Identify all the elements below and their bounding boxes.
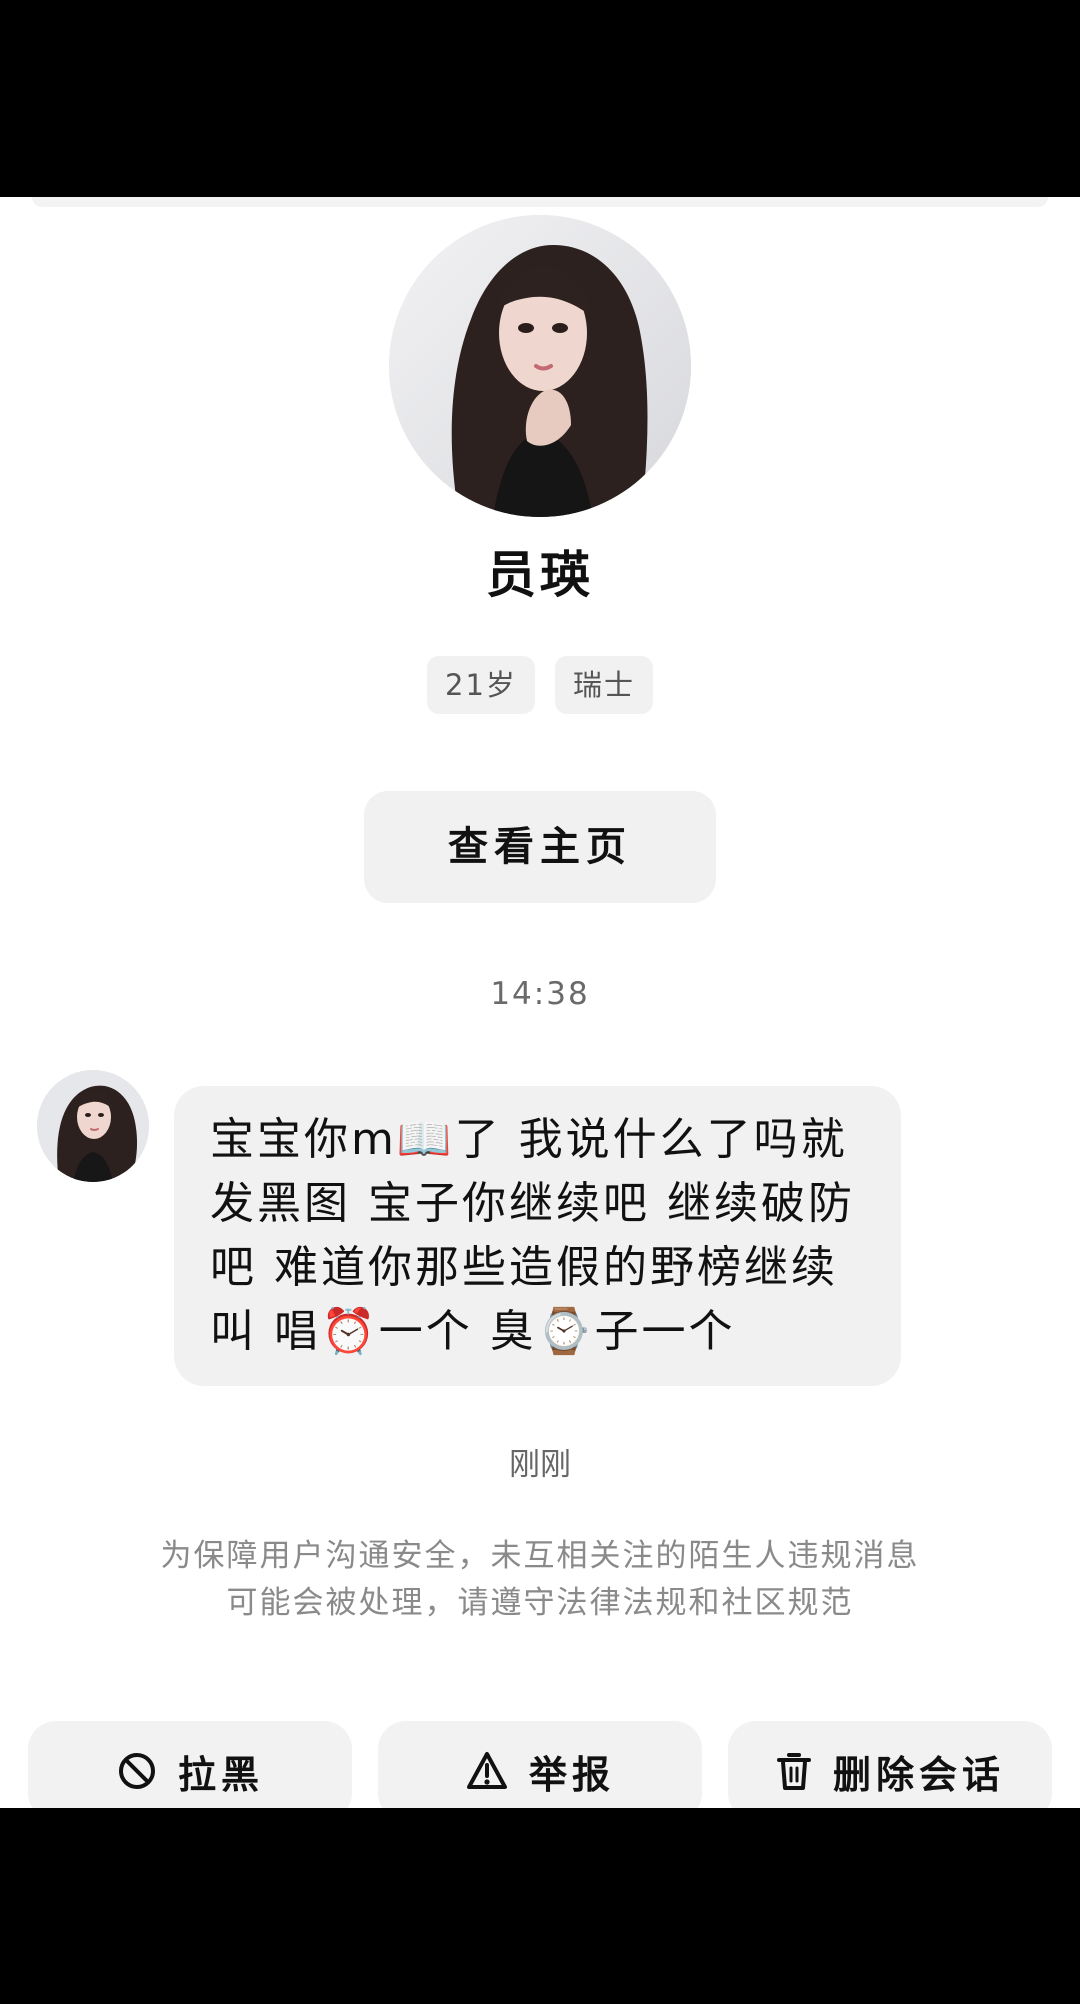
profile-name: 员瑛 bbox=[486, 546, 594, 604]
bottom-black-bar bbox=[0, 1808, 1080, 2004]
delete-label: 删除会话 bbox=[832, 1752, 1005, 1797]
trash-icon bbox=[776, 1753, 811, 1790]
report-button[interactable]: 举报 bbox=[378, 1721, 702, 1808]
profile-avatar[interactable] bbox=[389, 215, 691, 517]
block-button[interactable]: 拉黑 bbox=[28, 1721, 352, 1808]
warning-icon bbox=[466, 1752, 507, 1789]
profile-tags: 21岁 瑞士 bbox=[0, 656, 1080, 714]
report-label: 举报 bbox=[528, 1752, 615, 1797]
action-bar: 拉黑 举报 删除会话 bbox=[28, 1721, 1052, 1808]
top-black-bar bbox=[0, 0, 1080, 197]
block-label: 拉黑 bbox=[177, 1752, 264, 1797]
profile-avatar-image bbox=[389, 215, 691, 517]
delete-conversation-button[interactable]: 删除会话 bbox=[728, 1721, 1052, 1808]
sender-avatar-image bbox=[37, 1070, 149, 1182]
block-icon bbox=[118, 1753, 155, 1789]
message-bubble[interactable]: 宝宝你m📖了 我说什么了吗就发黑图 宝子你继续吧 继续破防吧 难道你那些造假的野… bbox=[174, 1086, 901, 1386]
top-card-edge bbox=[32, 197, 1048, 207]
safety-notice: 为保障用户沟通安全，未互相关注的陌生人违规消息可能会被处理，请遵守法律法规和社区… bbox=[160, 1538, 920, 1621]
age-tag: 21岁 bbox=[427, 656, 535, 714]
sender-avatar[interactable] bbox=[37, 1070, 149, 1182]
message-timestamp: 14:38 bbox=[490, 976, 590, 1012]
message-text: 宝宝你m📖了 我说什么了吗就发黑图 宝子你继续吧 继续破防吧 难道你那些造假的野… bbox=[210, 1114, 855, 1357]
view-profile-button[interactable]: 查看主页 bbox=[364, 791, 716, 903]
message-status: 刚刚 bbox=[509, 1447, 571, 1483]
location-tag: 瑞士 bbox=[554, 656, 653, 714]
chat-screen: 员瑛 21岁 瑞士 查看主页 14:38 宝宝你m📖了 我说什么了吗就发黑图 宝… bbox=[0, 197, 1080, 1808]
